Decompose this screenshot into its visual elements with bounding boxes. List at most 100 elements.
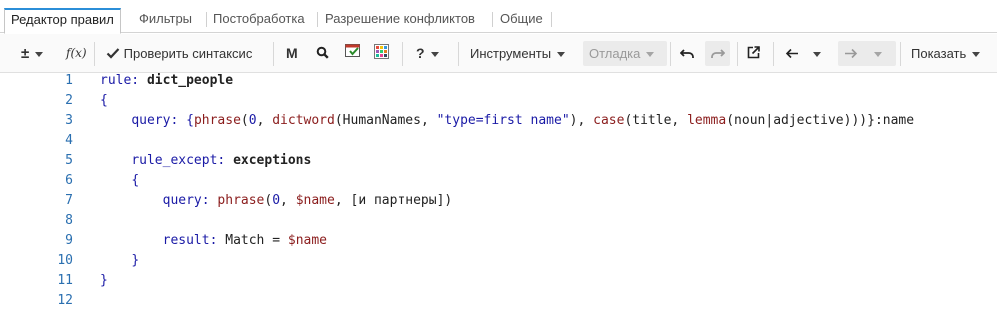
table-check-icon <box>345 42 361 67</box>
toolbar-divider <box>737 42 738 66</box>
function-button[interactable]: f(x) <box>66 41 87 66</box>
code-identifier: adjective <box>773 113 844 128</box>
morphology-button[interactable]: M <box>286 41 298 66</box>
redo-button[interactable] <box>705 41 730 66</box>
checkmark-icon <box>106 42 120 67</box>
tab-filters[interactable]: Фильтры <box>133 8 198 33</box>
tools-menu-button[interactable]: Инструменты <box>470 41 566 66</box>
tab-divider <box>492 12 493 27</box>
dictionary-button[interactable] <box>345 41 361 66</box>
code-line-5: rule_except: exceptions <box>100 151 311 171</box>
code-line-2: { <box>100 91 108 111</box>
tab-postprocessing[interactable]: Постобработка <box>207 8 311 33</box>
code-punct: , [и партнеры]) <box>334 193 453 208</box>
code-punct: ), <box>569 113 594 128</box>
code-line-9: result: Match = $name <box>100 231 327 251</box>
debug-menu-button[interactable]: Отладка <box>583 41 667 66</box>
color-grid-icon <box>374 42 389 67</box>
code-number: 0 <box>272 193 281 208</box>
line-number: 8 <box>65 213 73 228</box>
toolbar-divider <box>402 42 403 66</box>
code-punct: = <box>264 233 288 248</box>
chevron-down-icon <box>813 52 821 58</box>
code-keyword: rule: <box>100 73 140 88</box>
show-menu-button[interactable]: Показать <box>911 41 981 66</box>
line-number: 4 <box>65 133 73 148</box>
undo-icon <box>679 42 695 67</box>
line-number: 2 <box>65 93 73 108</box>
code-brace: } <box>100 273 108 288</box>
code-function: phrase <box>193 113 241 128</box>
search-icon <box>316 42 329 67</box>
help-button[interactable]: ? <box>416 41 439 66</box>
chevron-down-icon <box>646 52 655 58</box>
code-identifier: HumanNames, <box>342 113 437 128</box>
code-function: case <box>593 113 625 128</box>
code-line-6: { <box>100 171 139 191</box>
code-line-10: } <box>100 251 139 271</box>
code-identifier: title, <box>632 113 688 128</box>
line-number: 11 <box>57 273 73 288</box>
open-external-button[interactable] <box>747 41 760 66</box>
debug-label: Отладка <box>589 46 641 61</box>
code-keyword: query: <box>131 113 179 128</box>
arrow-left-icon <box>785 42 799 67</box>
toolbar-divider <box>773 42 774 66</box>
code-brace: { <box>186 113 194 128</box>
tab-rule-editor[interactable]: Редактор правил <box>4 8 121 34</box>
code-variable: $name <box>287 233 328 248</box>
tab-bar: Редактор правил Фильтры Постобработка Ра… <box>0 0 997 34</box>
rule-name: exceptions <box>233 153 312 168</box>
redo-icon <box>710 42 726 67</box>
code-brace: { <box>100 93 108 108</box>
forward-button[interactable] <box>838 41 896 66</box>
code-keyword: result: <box>162 233 218 248</box>
code-function: phrase <box>217 193 265 208</box>
back-button[interactable] <box>785 41 799 66</box>
insert-operator-button[interactable]: ± <box>21 41 44 66</box>
code-line-3: query: {phrase(0, dictword(HumanNames, "… <box>100 111 914 131</box>
code-editor[interactable]: 1 2 3 4 5 6 7 8 9 10 11 12 rule: dict_pe… <box>0 73 997 312</box>
line-number: 10 <box>57 253 73 268</box>
tab-divider <box>317 12 318 27</box>
toolbar-divider <box>458 42 459 66</box>
text-cursor: | <box>765 113 774 128</box>
code-keyword: query: <box>162 193 210 208</box>
code-keyword: rule_except: <box>131 153 226 168</box>
line-number: 7 <box>65 193 73 208</box>
toolbar-divider <box>94 42 95 66</box>
line-number: 12 <box>57 293 73 308</box>
code-punct: ( <box>334 113 343 128</box>
undo-button[interactable] <box>679 41 695 67</box>
grid-button[interactable] <box>374 41 389 66</box>
tab-conflict-resolution[interactable]: Разрешение конфликтов <box>319 8 481 33</box>
chevron-down-icon <box>873 52 882 58</box>
plus-minus-icon: ± <box>21 45 30 62</box>
search-button[interactable] <box>316 41 329 66</box>
code-brace: } <box>131 253 140 268</box>
chevron-down-icon <box>430 51 439 57</box>
arrow-right-icon <box>844 42 858 67</box>
code-string: "type=first name" <box>436 113 570 128</box>
code-number: 0 <box>248 113 257 128</box>
back-history-dropdown[interactable] <box>813 41 821 66</box>
check-syntax-label: Проверить синтаксис <box>123 46 253 61</box>
tab-general[interactable]: Общие <box>494 8 549 33</box>
code-function: dictword <box>272 113 335 128</box>
m-icon: M <box>286 45 298 61</box>
code-function: lemma <box>687 113 727 128</box>
chevron-down-icon <box>972 52 981 58</box>
show-label: Показать <box>911 46 967 61</box>
toolbar-divider <box>900 42 901 66</box>
code-line-7: query: phrase(0, $name, [и партнеры]) <box>100 191 453 211</box>
line-number: 1 <box>65 73 73 88</box>
check-syntax-button[interactable]: Проверить синтаксис <box>106 41 252 66</box>
line-number: 9 <box>65 233 73 248</box>
line-number: 5 <box>65 153 73 168</box>
editor-toolbar: ± f(x) Проверить синтаксис M ? Инструмен… <box>0 34 997 73</box>
toolbar-divider <box>273 42 274 66</box>
chevron-down-icon <box>35 51 44 57</box>
chevron-down-icon <box>557 52 566 58</box>
code-variable: $name <box>295 193 335 208</box>
code-line-11: } <box>100 271 108 291</box>
